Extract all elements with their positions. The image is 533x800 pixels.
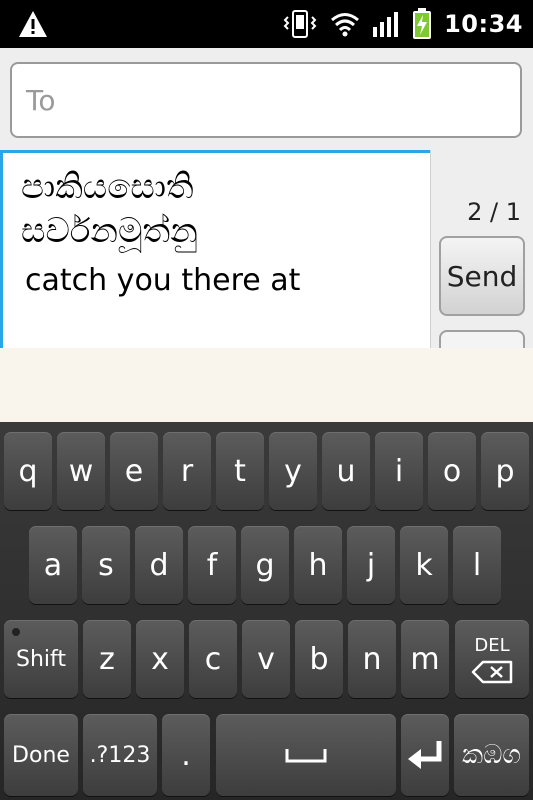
- message-text: පාකියසොති සර්වනමූත්නු catch you there at: [21, 165, 421, 301]
- key-j[interactable]: j: [347, 526, 395, 604]
- key-t[interactable]: t: [216, 432, 264, 510]
- period-key[interactable]: .: [162, 714, 210, 796]
- key-s[interactable]: s: [82, 526, 130, 604]
- key-u[interactable]: u: [322, 432, 370, 510]
- warning-icon: [19, 11, 47, 37]
- key-v[interactable]: v: [242, 620, 290, 698]
- message-line-sinhala-2: සර්වනමූත්නු: [21, 211, 198, 251]
- key-x[interactable]: x: [136, 620, 184, 698]
- key-g[interactable]: g: [241, 526, 289, 604]
- key-i[interactable]: i: [375, 432, 423, 510]
- recipient-field[interactable]: To: [10, 62, 522, 138]
- key-e[interactable]: e: [110, 432, 158, 510]
- key-c[interactable]: c: [189, 620, 237, 698]
- key-b[interactable]: b: [295, 620, 343, 698]
- compose-area: To පාකියසොති සර්වනමූත්නු catch you there…: [0, 48, 533, 370]
- send-column: 2 / 1 Send: [430, 150, 533, 370]
- enter-key[interactable]: [401, 714, 449, 796]
- vibrate-icon: [283, 10, 317, 38]
- space-key[interactable]: [216, 714, 396, 796]
- symbols-key[interactable]: .?123: [83, 714, 157, 796]
- enter-arrow-icon: [408, 741, 442, 769]
- key-y[interactable]: y: [269, 432, 317, 510]
- key-q[interactable]: q: [4, 432, 52, 510]
- key-m[interactable]: m: [401, 620, 449, 698]
- shift-indicator-icon: [12, 628, 20, 636]
- character-counter: 2 / 1: [467, 198, 521, 226]
- space-bar-icon: [285, 749, 327, 763]
- soft-keyboard: q w e r t y u i o p a s d f g h j k l Sh…: [0, 422, 533, 800]
- status-icons: 10:34: [282, 0, 523, 48]
- delete-key-label: DEL: [474, 634, 510, 656]
- recipient-placeholder: To: [26, 84, 56, 117]
- key-o[interactable]: o: [428, 432, 476, 510]
- key-p[interactable]: p: [481, 432, 529, 510]
- key-h[interactable]: h: [294, 526, 342, 604]
- language-key[interactable]: කඹග: [454, 714, 529, 796]
- key-f[interactable]: f: [188, 526, 236, 604]
- message-line-english: catch you there at: [25, 263, 301, 298]
- key-w[interactable]: w: [57, 432, 105, 510]
- wifi-icon: [331, 13, 360, 37]
- shift-key[interactable]: Shift: [4, 620, 78, 698]
- send-button[interactable]: Send: [439, 236, 525, 316]
- message-line-sinhala-1: පාකියසොති: [21, 167, 194, 207]
- key-n[interactable]: n: [348, 620, 396, 698]
- backspace-icon: [471, 660, 513, 683]
- key-l[interactable]: l: [453, 526, 501, 604]
- delete-key[interactable]: DEL: [455, 620, 529, 698]
- key-a[interactable]: a: [29, 526, 77, 604]
- suggestion-strip: [0, 348, 533, 422]
- battery-charging-icon: [413, 8, 432, 39]
- key-k[interactable]: k: [400, 526, 448, 604]
- key-d[interactable]: d: [135, 526, 183, 604]
- clock-time: 10:34: [444, 10, 523, 38]
- key-z[interactable]: z: [83, 620, 131, 698]
- status-bar: 10:34: [0, 0, 533, 48]
- shift-key-label: Shift: [15, 646, 66, 672]
- done-key[interactable]: Done: [4, 714, 78, 796]
- signal-icon: [373, 12, 399, 37]
- key-r[interactable]: r: [163, 432, 211, 510]
